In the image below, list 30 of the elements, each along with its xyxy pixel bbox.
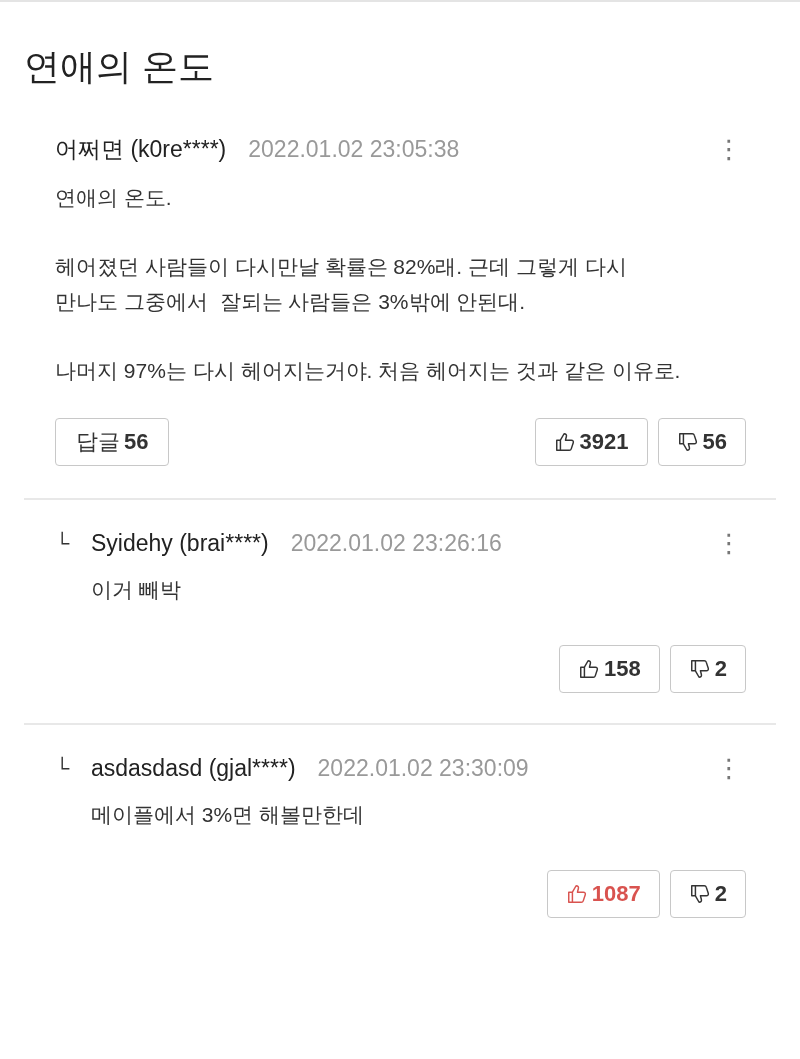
comment-text: 연애의 온도. bbox=[55, 185, 173, 211]
reply-marker: └ bbox=[55, 531, 71, 555]
thumbs-up-icon bbox=[565, 883, 588, 905]
thumbs-up-icon bbox=[578, 658, 601, 680]
like-button[interactable]: 3921 bbox=[534, 418, 648, 466]
thumbs-down-icon bbox=[688, 883, 711, 905]
reply-marker: └ bbox=[55, 756, 71, 780]
dislike-button[interactable]: 2 bbox=[669, 870, 746, 918]
dislike-button[interactable]: 56 bbox=[657, 418, 746, 466]
thumbs-up-icon bbox=[553, 431, 576, 453]
dislike-button[interactable]: 2 bbox=[669, 645, 746, 693]
comment-time: 2022.01.02 23:30:09 bbox=[317, 754, 529, 782]
more-menu-button[interactable]: ⋮ bbox=[712, 753, 746, 783]
comment-time: 2022.01.02 23:26:16 bbox=[290, 529, 502, 557]
comment-author: 어쩌면 (k0re****) bbox=[55, 134, 227, 164]
like-button[interactable]: 1087 bbox=[546, 870, 660, 918]
comment-author: asdasdasd (gjal****) bbox=[91, 754, 296, 782]
thumbs-down-icon bbox=[676, 431, 699, 453]
comment-text: 이거 빼박 bbox=[91, 577, 182, 603]
reply-button[interactable]: 답글 56 bbox=[55, 418, 170, 466]
comment-text: 헤어졌던 사람들이 다시만날 확률은 82%래. 근데 그렇게 다시 만나도 그중에서 잘되는 사람들은 3%밖에 안된대. bbox=[55, 254, 628, 315]
more-menu-button[interactable]: ⋮ bbox=[712, 528, 746, 558]
comment-text: 나머지 97%는 다시 헤어지는거야. 처음 헤어지는 것과 같은 이유로. bbox=[55, 358, 682, 384]
thumbs-down-icon bbox=[688, 658, 711, 680]
page-title: 연애의 온도 bbox=[23, 45, 215, 89]
more-menu-button[interactable]: ⋮ bbox=[712, 134, 746, 164]
like-button[interactable]: 158 bbox=[559, 645, 660, 693]
comment-text: 메이플에서 3%면 해볼만한데 bbox=[91, 802, 366, 828]
comment-author: Syidehy (brai****) bbox=[91, 529, 269, 557]
comment-time: 2022.01.02 23:05:38 bbox=[248, 135, 460, 163]
